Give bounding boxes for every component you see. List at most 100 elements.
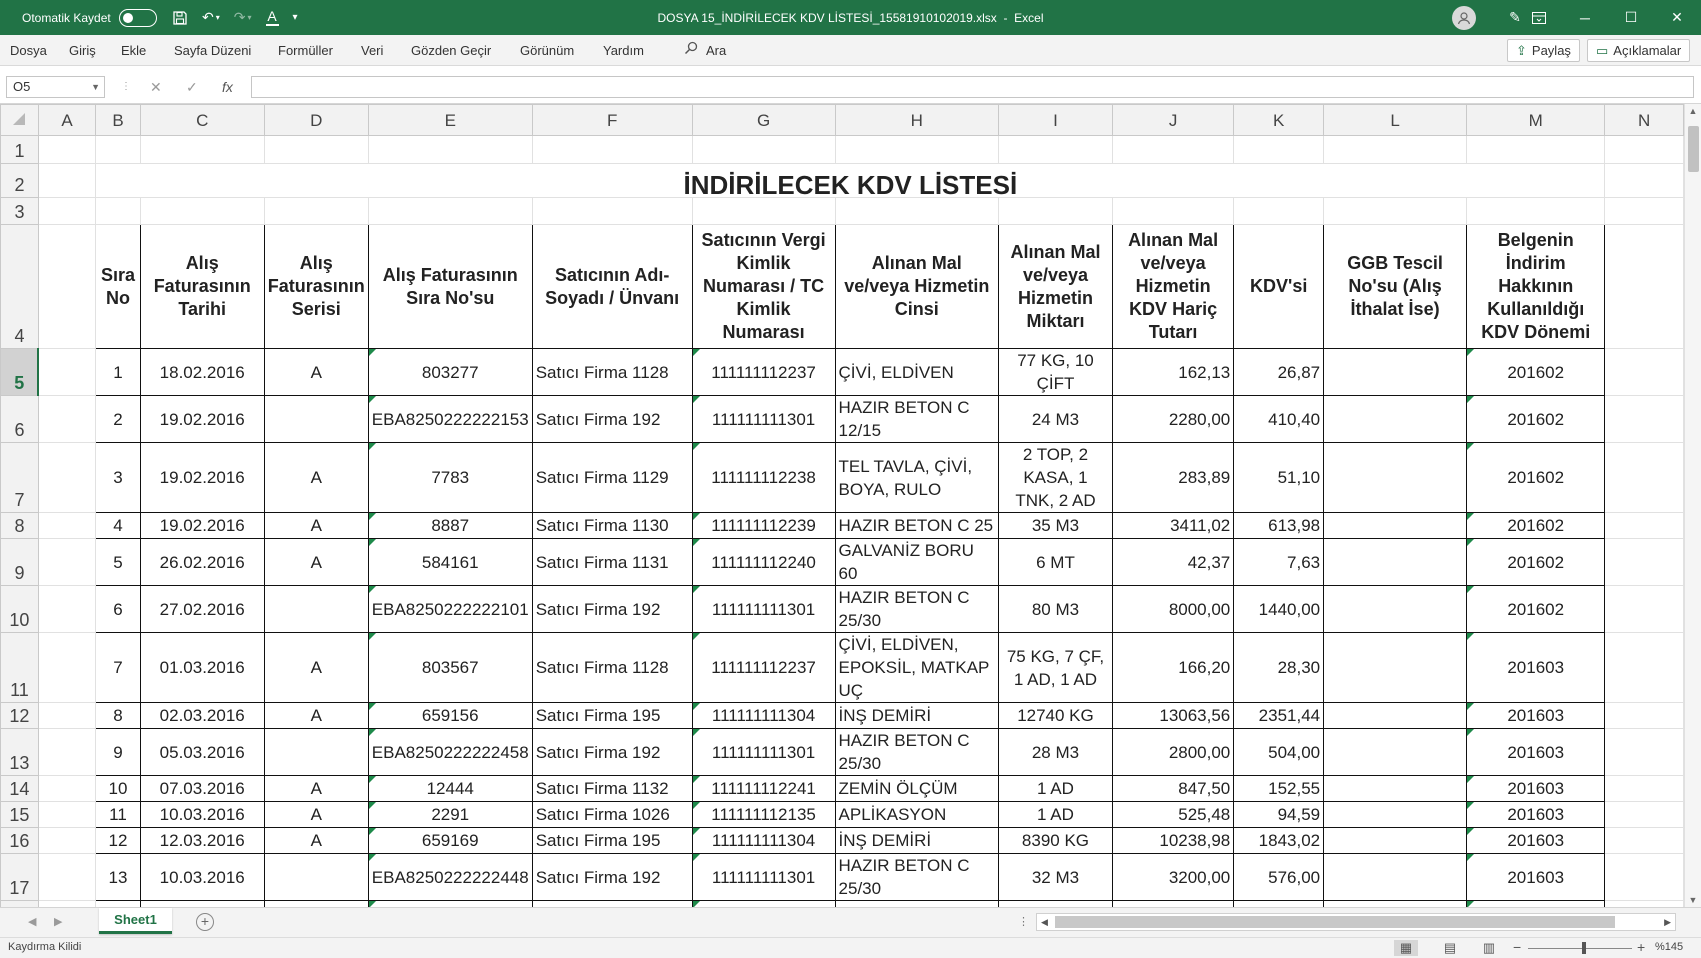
cell-ggb[interactable] [1323,702,1468,729]
scroll-up-icon[interactable]: ▲ [1685,104,1701,118]
cell-seri[interactable] [263,395,369,443]
cell-no[interactable]: 11 [95,801,141,828]
scroll-left-icon[interactable]: ◀ [1041,914,1048,930]
cell-cins[interactable]: GALVANİZ BORU 60 [834,538,1000,586]
cell-cins[interactable]: ZEMİN ÖLÇÜM [834,775,1000,802]
header-mal-miktari[interactable]: Alınan Mal ve/veya Hizmetin Miktarı [998,224,1113,349]
cell-sira[interactable]: 659156 [367,702,533,729]
cell-sira[interactable]: 7783 [367,442,533,513]
cell-ggb[interactable] [1323,728,1468,776]
horizontal-scroll-thumb[interactable] [1055,916,1615,928]
cell-donem[interactable]: 201602 [1466,512,1606,539]
cell-date[interactable]: 27.02.2016 [139,585,265,633]
cell-ggb[interactable] [1323,585,1468,633]
header-vergi-kimlik[interactable]: Satıcının Vergi Kimlik Numarası / TC Kim… [691,224,836,349]
cell-cins[interactable]: ÇİVİ, ELDİVEN, EPOKSİL, MATKAP UÇ [834,632,1000,703]
menu-yardim[interactable]: Yardım [603,35,644,66]
cell-sira[interactable]: 803567 [367,632,533,703]
cell-date[interactable]: 10.03.2016 [139,853,265,901]
cell-miktar[interactable]: 2 TOP, 2 KASA, 1 TNK, 2 AD [998,442,1113,513]
cell-sira[interactable]: EBA8250222222448 [367,853,533,901]
cell-kdv[interactable]: 152,55 [1233,775,1325,802]
cell-no[interactable]: 6 [95,585,141,633]
cell-miktar[interactable]: 1 AD [998,801,1113,828]
fx-icon[interactable]: fx [222,76,233,98]
cell-date[interactable]: 19.02.2016 [139,442,265,513]
cell[interactable] [1604,512,1684,539]
cell-ggb[interactable] [1323,827,1468,854]
cell-no[interactable]: 2 [95,395,141,443]
cell-vkn[interactable]: 111111112237 [691,632,836,703]
cell-cins[interactable]: HAZIR BETON C 25/30 [834,585,1000,633]
cell-seri[interactable]: A [263,538,369,586]
cell-date[interactable]: 10.03.2016 [139,801,265,828]
cell-vkn[interactable]: 111111112240 [691,538,836,586]
zoom-slider-thumb[interactable] [1582,942,1586,954]
worksheet-grid[interactable]: ABCDEFGHIJKLMN 1 2 İNDİRİLECEK KDV LİSTE… [0,104,1684,907]
page-layout-view-icon[interactable]: ▤ [1438,940,1462,956]
cell[interactable] [1604,442,1684,513]
cell-cins[interactable]: HAZIR BETON C 12/15 [834,395,1000,443]
header-ggb-tescil[interactable]: GGB Tescil No'su (Alış İthalat İse) [1323,224,1468,349]
row-header[interactable]: 14 [0,775,39,802]
share-button[interactable]: ⇪ Paylaş [1507,39,1580,62]
cell[interactable] [1233,197,1325,225]
column-header-k[interactable]: K [1233,104,1325,136]
cell[interactable] [37,135,97,164]
vertical-scroll-thumb[interactable] [1688,126,1699,172]
cell-satici[interactable]: Satıcı Firma 1130 [531,512,693,539]
cell-kdv[interactable]: 26,87 [1233,348,1325,396]
menu-ekle[interactable]: Ekle [121,35,146,66]
row-header[interactable]: 13 [0,728,39,776]
cell[interactable] [1604,135,1684,164]
cell-ggb[interactable] [1323,538,1468,586]
cell[interactable] [367,135,533,164]
cell[interactable] [1604,538,1684,586]
menu-giris[interactable]: Giriş [69,35,96,66]
cell-kdv[interactable]: 504,00 [1233,728,1325,776]
cell-sira[interactable]: 8887 [367,512,533,539]
cell-ggb[interactable] [1323,512,1468,539]
menu-gozden-gecir[interactable]: Gözden Geçir [411,35,491,66]
header-fatura-serisi[interactable]: Alış Faturasının Serisi [263,224,369,349]
sheet-title[interactable]: İNDİRİLECEK KDV LİSTESİ [95,163,1606,198]
cell-seri[interactable]: A [263,442,369,513]
cell-vkn[interactable]: 111111112238 [691,442,836,513]
cell[interactable] [263,135,369,164]
cell[interactable] [834,135,1000,164]
menu-veri[interactable]: Veri [361,35,383,66]
search-box[interactable]: Ara [684,35,726,66]
cell-sira[interactable]: EBA8250222222101 [367,585,533,633]
cell-miktar[interactable]: 75 KG, 7 ÇF, 1 AD, 1 AD [998,632,1113,703]
cell-donem[interactable]: 201602 [1466,585,1606,633]
cell-satici[interactable]: Satıcı Firma 1128 [531,348,693,396]
cell[interactable] [998,135,1113,164]
cell[interactable] [531,135,693,164]
cell-sira[interactable]: 2291 [367,801,533,828]
cell-vkn[interactable]: 111111111301 [691,395,836,443]
cell-seri[interactable] [263,853,369,901]
cell-seri[interactable]: A [263,801,369,828]
cell-date[interactable]: 01.03.2016 [139,632,265,703]
column-header-g[interactable]: G [691,104,836,136]
row-header[interactable]: 8 [0,512,39,539]
cell-date[interactable]: 05.03.2016 [139,728,265,776]
header-kdv-haric-tutar[interactable]: Alınan Mal ve/veya Hizmetin KDV Hariç Tu… [1111,224,1235,349]
cell-date[interactable]: 19.02.2016 [139,512,265,539]
cell-vkn[interactable]: 111111112135 [691,801,836,828]
row-header[interactable]: 11 [0,632,39,703]
column-header-f[interactable]: F [531,104,693,136]
cell[interactable] [95,197,141,225]
cancel-icon[interactable]: ✕ [150,76,162,98]
row-header[interactable]: 6 [0,395,39,443]
cell-tutar[interactable]: 847,50 [1111,775,1235,802]
normal-view-icon[interactable]: ▦ [1394,940,1418,956]
name-box[interactable]: O5 ▼ [6,76,105,98]
cell-vkn[interactable]: 111111112241 [691,775,836,802]
cell-tutar[interactable]: 2800,00 [1111,728,1235,776]
row-header[interactable]: 3 [0,197,39,225]
cell-satici[interactable]: Satıcı Firma 192 [531,853,693,901]
cell-no[interactable]: 9 [95,728,141,776]
undo-icon[interactable]: ↶ ▾ [202,0,220,35]
cell[interactable] [1323,135,1468,164]
